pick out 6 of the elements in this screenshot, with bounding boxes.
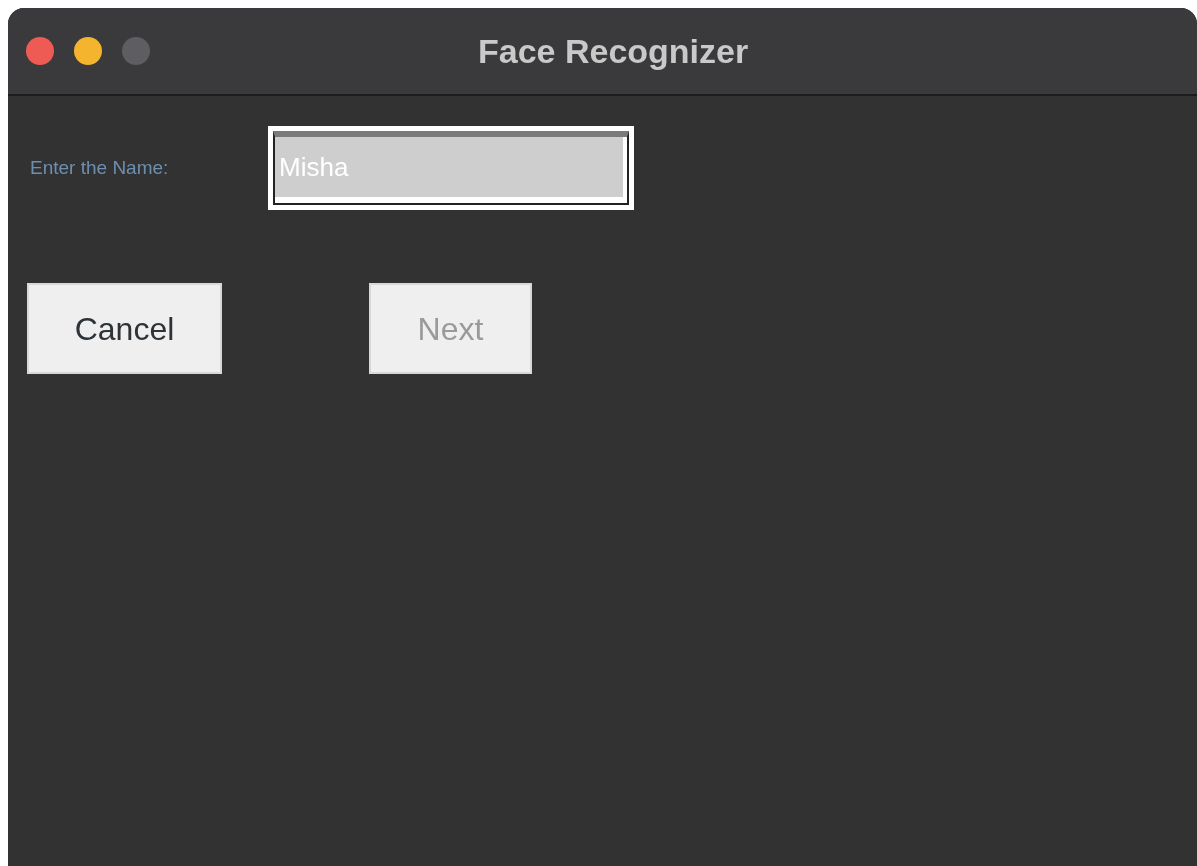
name-label: Enter the Name: <box>30 155 170 180</box>
window-title: Face Recognizer <box>478 30 749 72</box>
minimize-button[interactable] <box>74 37 102 65</box>
zoom-button[interactable] <box>122 37 150 65</box>
close-button[interactable] <box>26 37 54 65</box>
dialog-button[interactable]: Cancel <box>27 283 222 374</box>
